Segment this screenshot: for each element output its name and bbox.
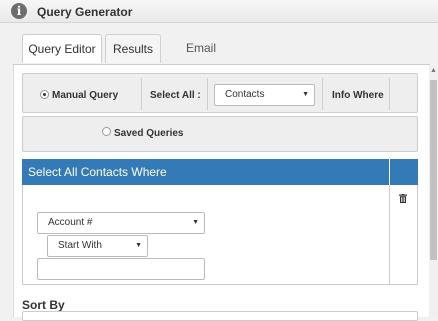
trash-icon[interactable] <box>399 194 407 203</box>
object-select-value: Contacts <box>225 89 265 100</box>
select-all-label: Select All : <box>150 90 201 101</box>
divider <box>141 78 142 110</box>
tab-results[interactable]: Results <box>105 34 161 63</box>
manual-query-radio[interactable] <box>40 90 49 99</box>
manual-query-label: Manual Query <box>52 90 119 101</box>
scrollbar-thumb[interactable] <box>430 80 437 260</box>
scroll-up-arrow-icon[interactable]: ▲ <box>430 66 437 76</box>
tab-bar: Query Editor Results Email Form <box>0 24 430 84</box>
object-select[interactable]: Contacts ▼ <box>214 84 315 106</box>
sort-by-label: Sort By <box>22 298 65 312</box>
chevron-down-icon: ▼ <box>192 219 199 226</box>
info-where-label: Info Where <box>332 90 384 101</box>
criteria-panel-title: Select All Contacts Where <box>28 165 167 179</box>
field-select-value: Account # <box>48 217 93 228</box>
field-select[interactable]: Account # ▼ <box>37 212 205 234</box>
info-icon: i <box>11 3 27 19</box>
tab-email-form[interactable]: Email Form <box>172 34 230 84</box>
saved-queries-box <box>22 116 418 152</box>
title-bar: i Query Generator <box>0 0 438 23</box>
criteria-value-input[interactable] <box>37 258 205 280</box>
divider <box>207 78 208 110</box>
saved-queries-label: Saved Queries <box>114 128 184 139</box>
criteria-panel-header: Select All Contacts Where <box>22 159 389 185</box>
divider <box>322 78 323 110</box>
window-title: Query Generator <box>37 5 133 19</box>
sort-by-box <box>22 311 418 321</box>
operator-select-value: Start With <box>58 240 102 251</box>
operator-select[interactable]: Start With ▼ <box>47 235 148 257</box>
divider <box>389 78 390 110</box>
tab-query-editor[interactable]: Query Editor <box>22 34 102 63</box>
panel-divider <box>389 185 390 285</box>
saved-queries-radio[interactable] <box>102 127 111 136</box>
criteria-panel-header-actions <box>389 159 418 185</box>
chevron-down-icon: ▼ <box>135 242 142 249</box>
chevron-down-icon: ▼ <box>302 91 309 98</box>
